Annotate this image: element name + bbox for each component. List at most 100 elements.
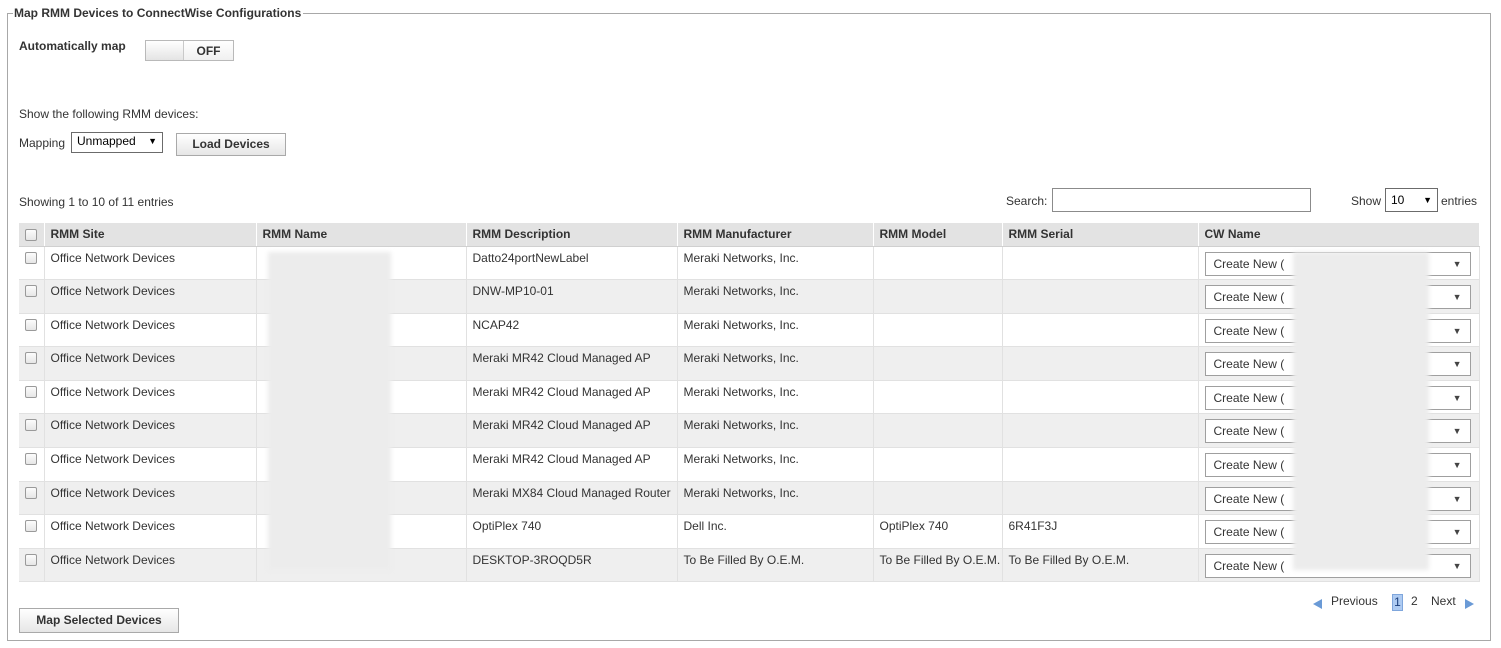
cw-name-select-value: Create New ( <box>1213 525 1285 540</box>
row-checkbox-cell <box>19 380 45 415</box>
cell-model <box>873 346 1003 381</box>
triangle-down-icon: ▼ <box>1423 195 1432 205</box>
auto-map-toggle[interactable]: OFF <box>145 40 234 61</box>
row-checkbox-cell <box>19 279 45 314</box>
page-link-2[interactable]: 2 <box>1411 594 1418 608</box>
show-devices-text: Show the following RMM devices: <box>19 107 199 121</box>
cell-manufacturer: Meraki Networks, Inc. <box>677 447 874 482</box>
cell-model: To Be Filled By O.E.M. <box>873 548 1003 583</box>
row-checkbox[interactable] <box>25 553 38 566</box>
row-checkbox[interactable] <box>25 251 38 264</box>
triangle-right-icon[interactable] <box>1465 599 1474 609</box>
cw-name-select-value: Create New ( <box>1213 357 1285 372</box>
cell-model <box>873 380 1003 415</box>
triangle-down-icon: ▼ <box>1452 460 1462 471</box>
devices-table: RMM Site RMM Name RMM Description RMM Ma… <box>19 223 1480 583</box>
cell-description: OptiPlex 740 <box>466 514 678 549</box>
table-row: Office Network Devices DESKTOP-3ROQD5R To … <box>19 548 1480 583</box>
cell-description: Datto24portNewLabel <box>466 246 678 281</box>
row-checkbox[interactable] <box>25 385 38 398</box>
cw-name-select-value: Create New ( <box>1213 558 1285 573</box>
column-header-rmm-name[interactable]: RMM Name <box>256 223 467 247</box>
cw-name-select-value: Create New ( <box>1213 290 1285 305</box>
triangle-down-icon: ▼ <box>1452 258 1462 269</box>
cell-serial <box>1002 481 1199 516</box>
row-checkbox[interactable] <box>25 285 38 298</box>
cell-model <box>873 279 1003 314</box>
row-checkbox-cell <box>19 447 45 482</box>
cw-name-select-value: Create New ( <box>1213 390 1285 405</box>
search-label: Search: <box>1006 194 1048 208</box>
table-row: Office Network Devices Meraki MX84 Cloud … <box>19 481 1480 516</box>
table-row: Office Network Devices Meraki MR42 Cloud … <box>19 413 1480 449</box>
cw-name-select-value: Create New ( <box>1213 491 1285 506</box>
triangle-down-icon: ▼ <box>1452 527 1462 538</box>
select-all-checkbox[interactable] <box>25 229 38 242</box>
cell-manufacturer: Dell Inc. <box>677 514 874 549</box>
column-header-rmm-site[interactable]: RMM Site <box>44 223 257 247</box>
previous-page-link[interactable]: Previous <box>1331 594 1378 608</box>
row-checkbox[interactable] <box>25 318 38 331</box>
row-checkbox[interactable] <box>25 486 38 499</box>
table-row: Office Network Devices OptiPlex 740 Dell I… <box>19 514 1480 549</box>
cell-serial <box>1002 380 1199 415</box>
row-checkbox[interactable] <box>25 520 38 533</box>
entries-per-page-select[interactable]: 10 ▼ <box>1385 188 1438 212</box>
next-page-link[interactable]: Next <box>1431 594 1456 608</box>
cell-manufacturer: Meraki Networks, Inc. <box>677 413 874 449</box>
cell-manufacturer: To Be Filled By O.E.M. <box>677 548 874 583</box>
toggle-knob[interactable] <box>146 41 184 60</box>
cw-name-select-value: Create New ( <box>1213 424 1285 439</box>
row-checkbox-cell <box>19 548 45 583</box>
table-row: Office Network Devices DNW-MP10-01 Meraki … <box>19 279 1480 314</box>
cell-site: Office Network Devices <box>44 548 257 583</box>
table-row: Office Network Devices NCAP42 Meraki Netwo… <box>19 313 1480 348</box>
column-header-cw-name[interactable]: CW Name <box>1198 223 1480 247</box>
column-header-rmm-manufacturer[interactable]: RMM Manufacturer <box>677 223 874 247</box>
cell-description: Meraki MR42 Cloud Managed AP <box>466 346 678 381</box>
cell-site: Office Network Devices <box>44 447 257 482</box>
load-devices-button[interactable]: Load Devices <box>176 133 286 156</box>
cell-serial <box>1002 313 1199 348</box>
cell-description: Meraki MR42 Cloud Managed AP <box>466 413 678 449</box>
show-entries-label: Show <box>1351 194 1382 208</box>
cell-site: Office Network Devices <box>44 346 257 381</box>
mapping-select-value: Unmapped <box>77 134 136 148</box>
cell-manufacturer: Meraki Networks, Inc. <box>677 313 874 348</box>
triangle-down-icon: ▼ <box>1452 292 1462 303</box>
cell-serial: 6R41F3J <box>1002 514 1199 549</box>
map-selected-devices-button[interactable]: Map Selected Devices <box>19 608 179 633</box>
mapping-select[interactable]: Unmapped ▼ <box>71 132 163 153</box>
cell-serial <box>1002 413 1199 449</box>
column-header-rmm-description[interactable]: RMM Description <box>466 223 678 247</box>
table-row: Office Network Devices Meraki MR42 Cloud … <box>19 447 1480 482</box>
row-checkbox[interactable] <box>25 419 38 432</box>
redacted-rmm-names <box>268 252 391 570</box>
cell-manufacturer: Meraki Networks, Inc. <box>677 279 874 314</box>
triangle-down-icon: ▼ <box>1452 560 1462 571</box>
page-link-1[interactable]: 1 <box>1392 594 1403 611</box>
cell-site: Office Network Devices <box>44 246 257 281</box>
cell-site: Office Network Devices <box>44 481 257 516</box>
row-checkbox[interactable] <box>25 352 38 365</box>
triangle-down-icon: ▼ <box>1452 426 1462 437</box>
entries-label: entries <box>1441 194 1478 208</box>
mapping-label: Mapping <box>19 136 66 150</box>
cell-site: Office Network Devices <box>44 380 257 415</box>
cell-site: Office Network Devices <box>44 514 257 549</box>
search-input[interactable] <box>1052 188 1311 212</box>
cell-serial: To Be Filled By O.E.M. <box>1002 548 1199 583</box>
row-checkbox[interactable] <box>25 453 38 466</box>
redacted-cw-names <box>1293 252 1429 570</box>
triangle-left-icon[interactable] <box>1313 599 1322 609</box>
cell-model <box>873 246 1003 281</box>
column-header-rmm-model[interactable]: RMM Model <box>873 223 1003 247</box>
row-checkbox-cell <box>19 313 45 348</box>
cell-description: Meraki MX84 Cloud Managed Router <box>466 481 678 516</box>
column-header-rmm-serial[interactable]: RMM Serial <box>1002 223 1199 247</box>
cell-manufacturer: Meraki Networks, Inc. <box>677 246 874 281</box>
cw-name-select-value: Create New ( <box>1213 256 1285 271</box>
triangle-down-icon: ▼ <box>1452 493 1462 504</box>
cell-model <box>873 481 1003 516</box>
row-checkbox-cell <box>19 514 45 549</box>
